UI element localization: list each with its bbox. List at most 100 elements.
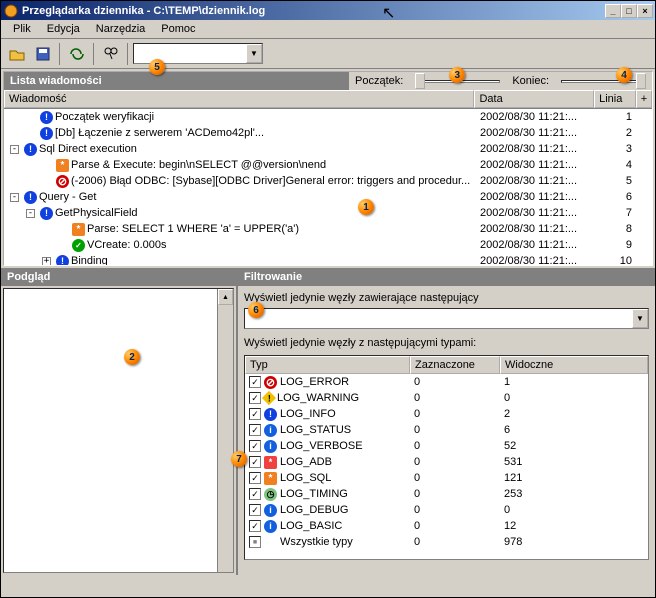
checkbox[interactable]: [249, 472, 261, 484]
open-button[interactable]: [5, 43, 28, 65]
type-name: LOG_ERROR: [280, 376, 349, 388]
checkbox[interactable]: [249, 488, 261, 500]
menu-file[interactable]: Plik: [5, 21, 39, 37]
toolbar: ▼ 5: [1, 39, 655, 69]
close-button[interactable]: ×: [637, 4, 653, 18]
clock-icon: [264, 488, 277, 501]
info-icon: [264, 424, 277, 437]
type-row[interactable]: LOG_ADB0531: [245, 454, 648, 470]
blue-icon: [24, 191, 37, 204]
col-date[interactable]: Data: [474, 90, 594, 108]
table-row[interactable]: - Sql Direct execution2002/08/30 11:21:.…: [4, 141, 652, 157]
type-name: LOG_SQL: [280, 472, 331, 484]
checkbox[interactable]: [249, 376, 261, 388]
menu-tools[interactable]: Narzędzia: [88, 21, 154, 37]
checkbox[interactable]: [249, 504, 261, 516]
tree-toggle[interactable]: +: [42, 257, 51, 266]
start-slider[interactable]: 3: [409, 73, 506, 89]
table-row[interactable]: VCreate: 0.000s2002/08/30 11:21:...9: [4, 237, 652, 253]
minimize-button[interactable]: _: [605, 4, 621, 18]
red-icon: [56, 175, 69, 188]
type-row[interactable]: LOG_ERROR01: [245, 374, 648, 390]
tree-toggle[interactable]: -: [10, 193, 19, 202]
message-list-title: Lista wiadomości: [4, 72, 349, 90]
checkbox[interactable]: [249, 408, 261, 420]
row-text: [Db] Łączenie z serwerem 'ACDemo42pl'...: [55, 127, 264, 139]
type-name: LOG_TIMING: [280, 488, 348, 500]
checkbox[interactable]: [249, 392, 261, 404]
checkbox[interactable]: [249, 520, 261, 532]
row-date: 2002/08/30 11:21:...: [476, 159, 596, 171]
end-slider[interactable]: 4: [555, 73, 652, 89]
menu-edit[interactable]: Edycja: [39, 21, 88, 37]
warn-icon: [262, 391, 276, 405]
preview-title: Podgląd: [1, 268, 236, 286]
checkbox[interactable]: [249, 536, 261, 548]
type-row[interactable]: LOG_INFO02: [245, 406, 648, 422]
green-icon: [72, 239, 85, 252]
type-marked: 0: [410, 456, 500, 468]
table-row[interactable]: Początek weryfikacji2002/08/30 11:21:...…: [4, 109, 652, 125]
table-row[interactable]: Parse & Execute: begin\nSELECT @@version…: [4, 157, 652, 173]
type-row[interactable]: LOG_VERBOSE052: [245, 438, 648, 454]
type-marked: 0: [410, 424, 500, 436]
row-date: 2002/08/30 11:21:...: [476, 127, 596, 139]
type-marked: 0: [410, 488, 500, 500]
checkbox[interactable]: [249, 424, 261, 436]
scroll-up-icon[interactable]: ▲: [218, 289, 233, 305]
refresh-button[interactable]: [65, 43, 88, 65]
row-line: 4: [596, 159, 638, 171]
type-marked: 0: [410, 536, 500, 548]
row-line: 2: [596, 127, 638, 139]
preview-scrollbar[interactable]: ▲: [217, 289, 233, 572]
type-marked: 0: [410, 440, 500, 452]
col-message[interactable]: Wiadomość: [4, 90, 474, 108]
row-line: 6: [596, 191, 638, 203]
type-row[interactable]: Wszystkie typy0978: [245, 534, 648, 550]
app-icon: [3, 3, 19, 19]
type-marked: 0: [410, 520, 500, 532]
type-row[interactable]: LOG_TIMING0253: [245, 486, 648, 502]
checkbox[interactable]: [249, 440, 261, 452]
row-text: (-2006) Błąd ODBC: [Sybase][ODBC Driver]…: [71, 175, 470, 187]
row-date: 2002/08/30 11:21:...: [476, 175, 596, 187]
find-button[interactable]: [99, 43, 122, 65]
info-icon: [264, 504, 277, 517]
type-name: LOG_WARNING: [277, 392, 359, 404]
table-row[interactable]: (-2006) Błąd ODBC: [Sybase][ODBC Driver]…: [4, 173, 652, 189]
table-row[interactable]: + Binding2002/08/30 11:21:...10: [4, 253, 652, 265]
window-title: Przeglądarka dziennika - C:\TEMP\dzienni…: [22, 5, 605, 17]
type-row[interactable]: LOG_SQL0121: [245, 470, 648, 486]
col-add[interactable]: +: [636, 90, 652, 108]
maximize-button[interactable]: □: [621, 4, 637, 18]
filter-text-combo[interactable]: ▼: [244, 308, 649, 329]
blue-icon: [40, 127, 53, 140]
checkbox[interactable]: [249, 456, 261, 468]
dropdown-icon[interactable]: ▼: [632, 309, 648, 328]
row-line: 9: [596, 239, 638, 251]
tree-toggle[interactable]: -: [10, 145, 19, 154]
menu-help[interactable]: Pomoc: [153, 21, 203, 37]
type-row[interactable]: LOG_STATUS06: [245, 422, 648, 438]
type-visible: 12: [500, 520, 648, 532]
sql-icon: [264, 472, 277, 485]
row-date: 2002/08/30 11:21:...: [476, 191, 596, 203]
table-row[interactable]: - GetPhysicalField2002/08/30 11:21:...7: [4, 205, 652, 221]
save-button[interactable]: [31, 43, 54, 65]
row-date: 2002/08/30 11:21:...: [476, 255, 596, 265]
col-type[interactable]: Typ: [245, 356, 410, 374]
col-line[interactable]: Linia: [594, 90, 636, 108]
col-visible[interactable]: Widoczne: [500, 356, 648, 374]
row-line: 5: [596, 175, 638, 187]
dropdown-icon[interactable]: ▼: [246, 44, 262, 63]
tree-toggle[interactable]: -: [26, 209, 35, 218]
col-marked[interactable]: Zaznaczone: [410, 356, 500, 374]
table-row[interactable]: Parse: SELECT 1 WHERE 'a' = UPPER('a')20…: [4, 221, 652, 237]
table-row[interactable]: [Db] Łączenie z serwerem 'ACDemo42pl'...…: [4, 125, 652, 141]
type-row[interactable]: LOG_WARNING00: [245, 390, 648, 406]
type-row[interactable]: LOG_DEBUG00: [245, 502, 648, 518]
row-date: 2002/08/30 11:21:...: [476, 207, 596, 219]
sql-icon: [56, 159, 69, 172]
type-row[interactable]: LOG_BASIC012: [245, 518, 648, 534]
table-row[interactable]: - Query - Get2002/08/30 11:21:...6: [4, 189, 652, 205]
